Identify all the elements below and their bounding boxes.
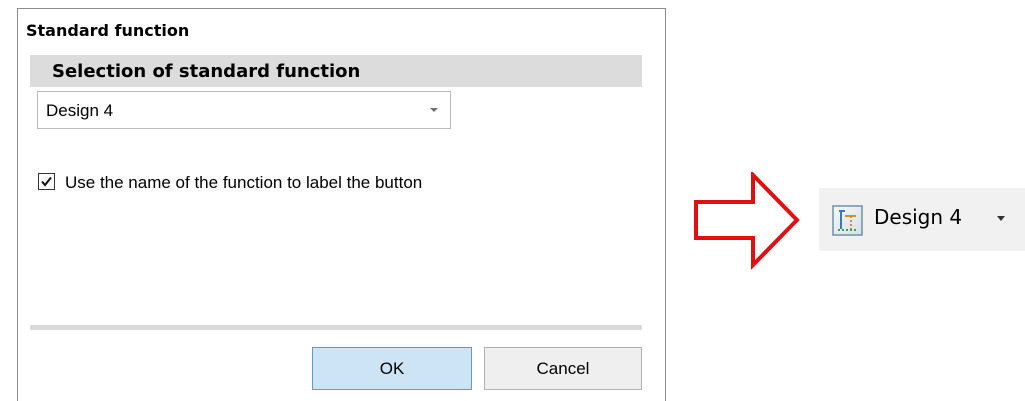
right-arrow-icon <box>694 172 800 270</box>
ok-button[interactable]: OK <box>312 347 472 390</box>
combobox-value: Design 4 <box>46 101 114 120</box>
cancel-button[interactable]: Cancel <box>484 347 642 390</box>
standard-function-dialog: Standard function Selection of standard … <box>17 8 666 401</box>
chevron-down-icon[interactable] <box>430 108 438 112</box>
checkmark-icon <box>41 176 52 187</box>
design-function-icon <box>832 205 863 236</box>
standard-function-combobox[interactable]: Design 4 <box>37 91 451 129</box>
use-name-checkbox[interactable] <box>38 173 55 190</box>
section-header-label: Selection of standard function <box>52 61 361 82</box>
ribbon-button-label: Design 4 <box>874 205 963 229</box>
use-name-checkbox-label[interactable]: Use the name of the function to label th… <box>65 173 422 193</box>
design-ribbon-button[interactable]: Design 4 <box>819 188 1025 251</box>
dialog-title: Standard function <box>26 21 190 40</box>
dropdown-arrow-icon[interactable] <box>997 216 1005 221</box>
separator <box>30 325 642 330</box>
section-header: Selection of standard function <box>30 55 642 87</box>
